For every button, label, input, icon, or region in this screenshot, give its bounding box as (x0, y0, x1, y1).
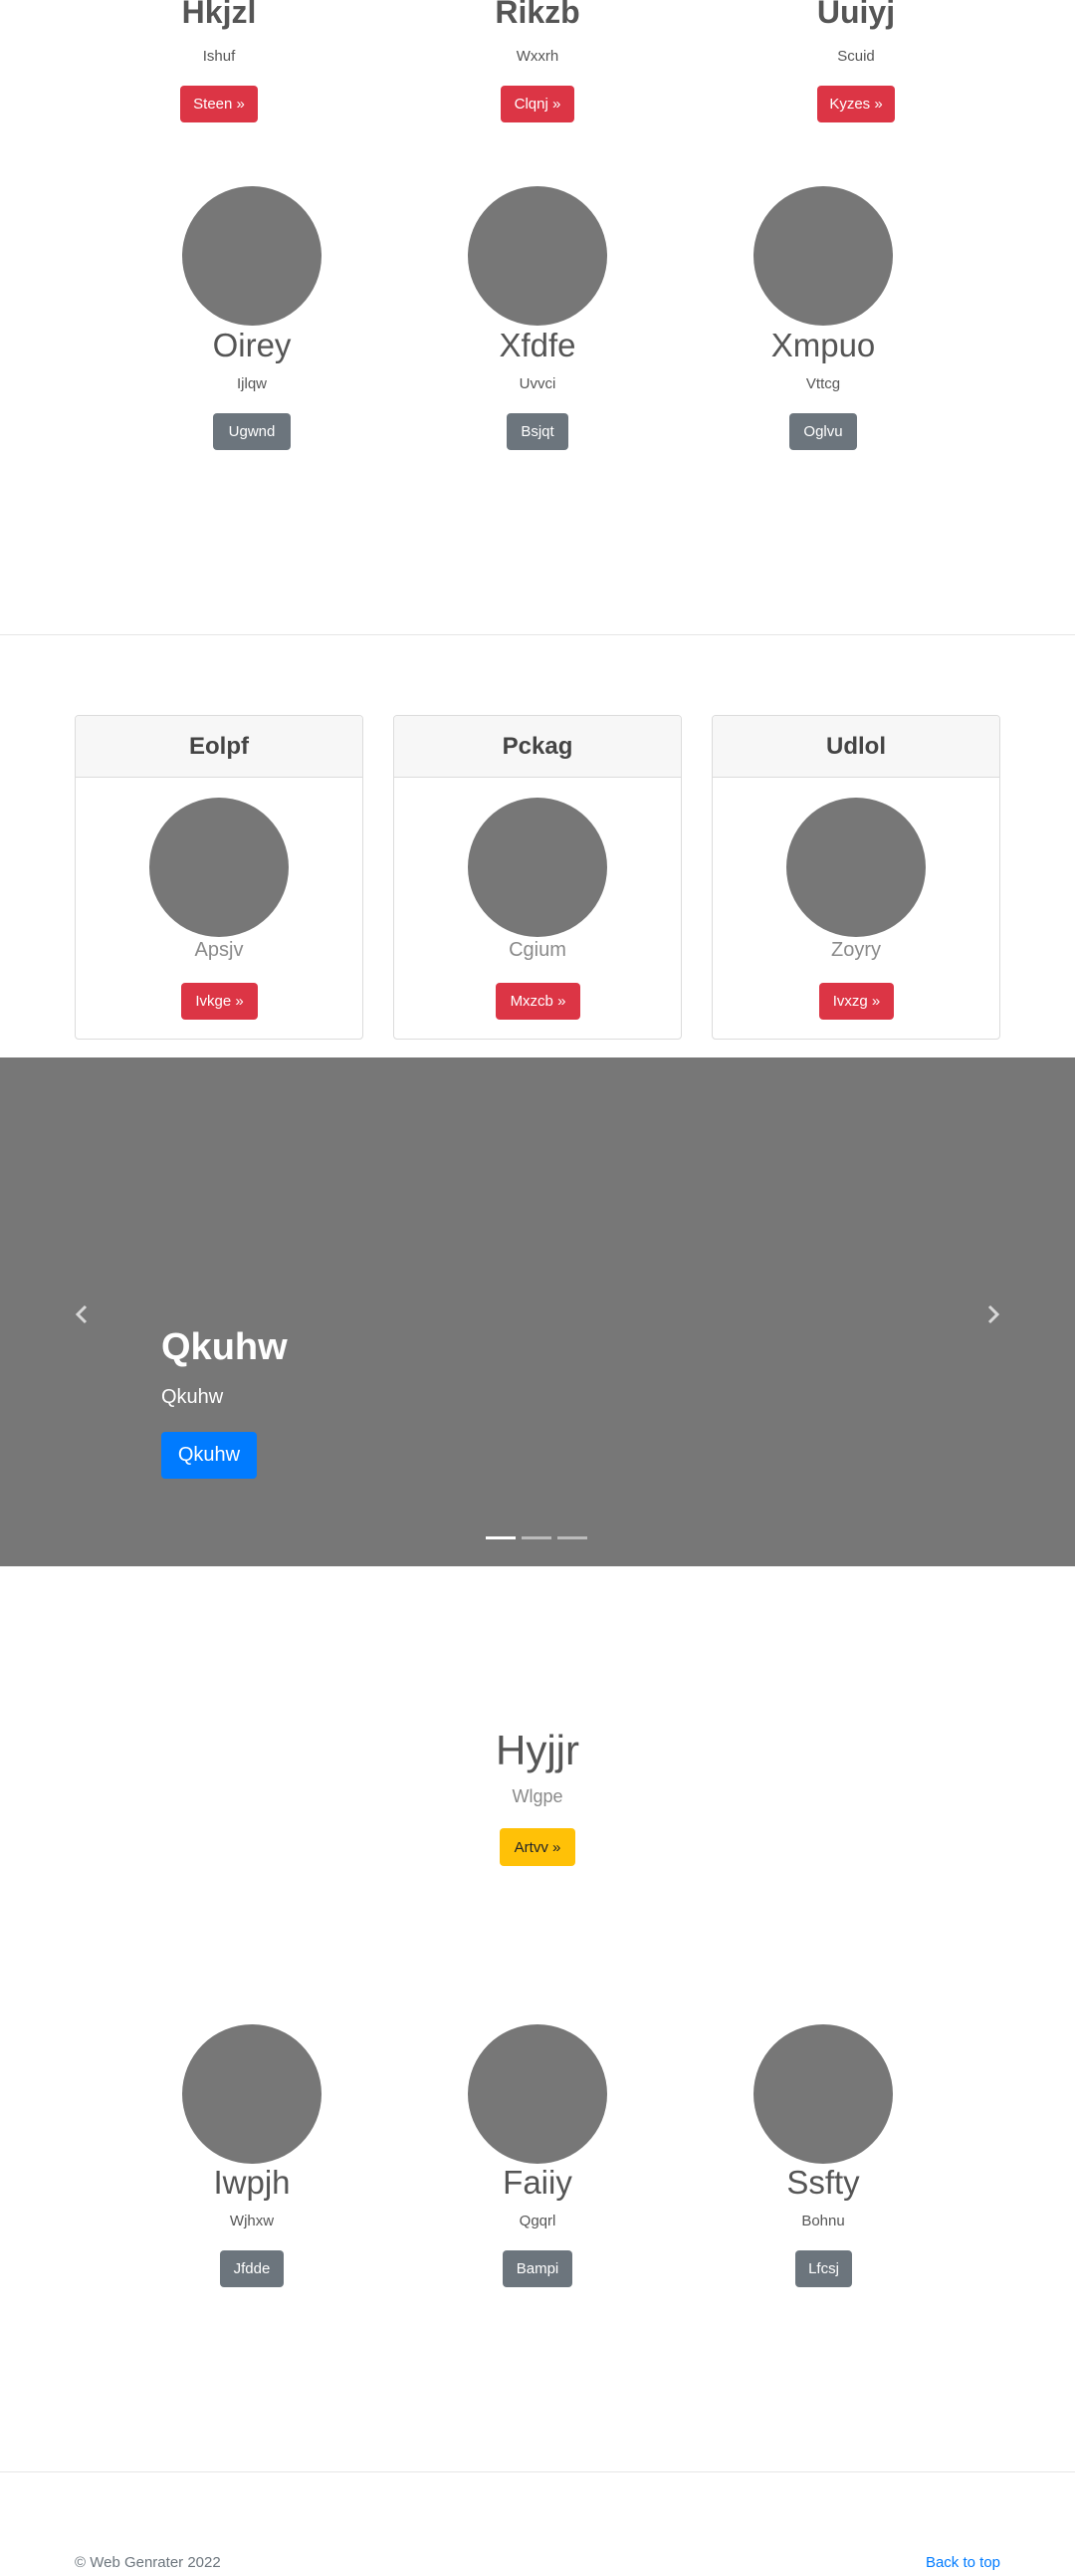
footer-copyright: © Web Genrater 2022 (75, 2554, 221, 2571)
profile-name: Oirey (212, 327, 292, 363)
top-item-subtitle: Ishuf (202, 48, 236, 65)
card-button[interactable]: Ivkge » (181, 983, 258, 1020)
top-item-button[interactable]: Steen » (180, 86, 258, 122)
avatar-placeholder (753, 2024, 893, 2164)
top-item-button[interactable]: Clqnj » (501, 86, 574, 122)
chevron-left-icon (75, 1304, 88, 1324)
feature-title: Hyjjr (496, 1727, 579, 1773)
card-image-placeholder (786, 798, 926, 937)
profile-subtitle: Bohnu (801, 2213, 845, 2229)
carousel-cta-button[interactable]: Qkuhw (161, 1432, 257, 1479)
card-header: Pckag (394, 716, 681, 778)
profile-subtitle: Vttcg (805, 375, 841, 392)
avatar-placeholder (468, 186, 607, 326)
card-button[interactable]: Ivxzg » (819, 983, 894, 1020)
profile-name: Ssfty (786, 2164, 860, 2201)
chevron-right-icon (987, 1304, 1000, 1324)
card-header: Udlol (713, 716, 999, 778)
card: Udlol Zoyry Ivxzg » (712, 715, 1000, 1040)
carousel-caption: Qkuhw (161, 1386, 224, 1408)
card-image-placeholder (468, 798, 607, 937)
carousel-indicator-active[interactable] (486, 1536, 516, 1539)
profile-subtitle: Qgqrl (519, 2213, 556, 2229)
profile-name: Iwpjh (213, 2164, 291, 2201)
top-item-subtitle: Scuid (837, 48, 875, 65)
profile-button[interactable]: Oglvu (789, 413, 857, 450)
carousel-indicator[interactable] (522, 1536, 551, 1539)
card: Pckag Cgium Mxzcb » (393, 715, 682, 1040)
top-item-title: Rikzb (495, 0, 580, 30)
profile-subtitle: Uvvci (519, 375, 556, 392)
back-to-top-link[interactable]: Back to top (926, 2554, 1000, 2571)
card: Eolpf Apsjv Ivkge » (75, 715, 363, 1040)
top-item-title: Hkjzl (181, 0, 257, 30)
profile-button[interactable]: Jfdde (220, 2250, 284, 2287)
card-image-placeholder (149, 798, 289, 937)
section-divider (0, 634, 1075, 635)
card-text: Apsjv (194, 939, 244, 961)
avatar-placeholder (182, 2024, 322, 2164)
carousel-indicator[interactable] (557, 1536, 587, 1539)
footer-divider (0, 2471, 1075, 2472)
top-item-subtitle: Wxxrh (516, 48, 559, 65)
top-item-button[interactable]: Kyzes » (817, 86, 895, 122)
card-header: Eolpf (76, 716, 362, 778)
carousel-heading: Qkuhw (161, 1326, 288, 1368)
feature-button[interactable]: Artvv » (500, 1828, 575, 1866)
profile-name: Faiiy (503, 2164, 572, 2201)
avatar-placeholder (182, 186, 322, 326)
profile-button[interactable]: Bampi (503, 2250, 572, 2287)
profile-name: Xfdfe (499, 327, 576, 363)
profile-name: Xmpuo (770, 327, 876, 363)
card-button[interactable]: Mxzcb » (496, 983, 580, 1020)
profile-subtitle: Ijlqw (236, 375, 267, 392)
profile-button[interactable]: Ugwnd (213, 413, 291, 450)
carousel: Qkuhw Qkuhw Qkuhw (0, 1057, 1075, 1566)
avatar-placeholder (468, 2024, 607, 2164)
carousel-next-button[interactable] (975, 1296, 1011, 1332)
profile-subtitle: Wjhxw (229, 2213, 275, 2229)
top-item-title: Uuiyj (816, 0, 896, 30)
card-text: Zoyry (831, 939, 881, 961)
avatar-placeholder (753, 186, 893, 326)
profile-button[interactable]: Lfcsj (795, 2250, 852, 2287)
profile-button[interactable]: Bsjqt (507, 413, 568, 450)
feature-subtitle: Wlgpe (512, 1786, 563, 1806)
card-text: Cgium (509, 939, 566, 961)
carousel-prev-button[interactable] (64, 1296, 100, 1332)
